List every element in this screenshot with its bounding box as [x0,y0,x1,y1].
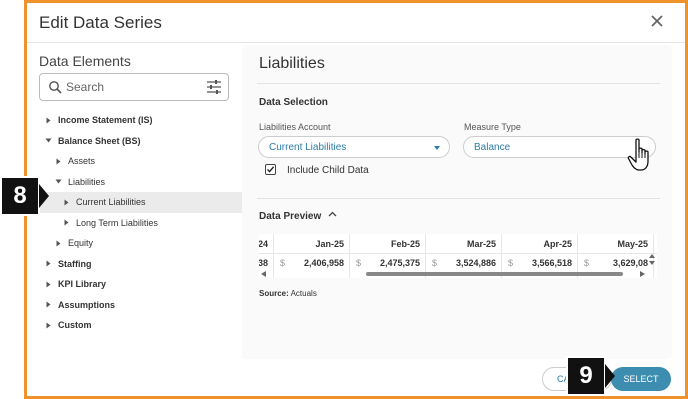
search-box [39,73,229,101]
caret-right-icon[interactable] [55,240,62,247]
tree-item[interactable]: Custom [37,315,242,336]
column-header: Apr-25 [543,239,572,249]
data-elements-tree: Income Statement (IS) Balance Sheet (BS) A… [37,110,242,336]
measure-type-label: Measure Type [464,122,521,132]
header-divider [259,253,657,254]
hand-pointer-icon [627,138,649,171]
caret-right-icon[interactable] [45,260,52,267]
caret-right-icon[interactable] [63,199,70,206]
measure-type-value: Balance [474,142,511,153]
callout-number: 8 [13,182,27,209]
divider [257,83,660,84]
caret-right-icon[interactable] [63,219,70,226]
callout-pointer-icon [39,184,49,208]
tree-item[interactable]: Assets [37,151,242,172]
filter-settings-icon[interactable] [206,80,222,94]
tree-item[interactable]: Equity [37,233,242,254]
tree-item-label: Balance Sheet (BS) [58,135,141,146]
source-value: Actuals [290,289,317,298]
scrollbar-thumb[interactable] [366,272,623,276]
chevron-up-icon[interactable] [328,211,337,217]
column-header: Mar-25 [466,239,496,249]
dropdown-arrow-icon [434,146,440,150]
source-text: Source: Actuals [259,289,317,298]
source-label: Source: [259,289,289,298]
tree-item[interactable]: Balance Sheet (BS) [37,131,242,152]
tree-item-label: Assets [68,156,96,167]
caret-down-icon[interactable] [55,178,62,185]
tree-item[interactable]: Liabilities [37,172,242,193]
caret-right-icon[interactable] [45,301,52,308]
currency-symbol: $ [280,258,286,268]
include-child-data-label: Include Child Data [287,165,369,176]
column-header: Jan-25 [315,239,344,249]
caret-down-icon[interactable] [45,137,52,144]
tree-item-label: KPI Library [58,279,107,290]
caret-right-icon[interactable] [45,281,52,288]
tree-item[interactable]: Income Statement (IS) [37,110,242,131]
scroll-down-icon[interactable] [649,261,655,265]
currency-symbol: $ [584,258,590,268]
tree-item-label: Current Liabilities [76,197,146,208]
tree-item-label: Assumptions [58,299,116,310]
tree-item-label: Staffing [58,258,92,269]
callout-number: 9 [579,362,593,389]
close-icon[interactable] [649,13,665,29]
cell-value: 38 [259,258,268,268]
liabilities-panel: Liabilities Data Selection Liabilities A… [242,45,672,359]
caret-right-icon[interactable] [55,158,62,165]
divider [257,198,660,199]
data-elements-panel: Data Elements Income Statement (IS) Balan… [37,49,242,330]
scroll-up-icon[interactable] [649,254,655,258]
tree-item-label: Long Term Liabilities [76,217,158,228]
callout-badge-9: 9 [566,356,606,396]
checkmark-icon [267,166,275,173]
column-header: 24 [259,239,268,249]
tree-item-label: Income Statement (IS) [58,115,153,126]
panel-title: Liabilities [259,55,325,72]
horizontal-scrollbar[interactable] [259,270,657,278]
currency-symbol: $ [356,258,362,268]
tree-item[interactable]: Current Liabilities [37,192,242,213]
data-preview-table: 24 38 Jan-25 $2,406,958 Feb-25 $2,475,375 Mar-… [259,234,657,278]
select-button[interactable]: SELECT [611,367,671,391]
tree-item-label: Equity [68,238,94,249]
tree-item[interactable]: Staffing [37,254,242,275]
cell-value: 3,566,518 [531,258,572,268]
title-divider [27,42,685,43]
caret-right-icon[interactable] [45,117,52,124]
tree-item[interactable]: Assumptions [37,295,242,316]
tree-item-label: Custom [58,320,92,331]
search-icon [49,81,62,94]
data-selection-heading: Data Selection [259,97,328,108]
column-header: May-25 [617,239,648,249]
liabilities-account-select[interactable]: Current Liabilities [258,136,450,158]
tree-item[interactable]: Long Term Liabilities [37,213,242,234]
currency-symbol: $ [432,258,438,268]
currency-symbol: $ [508,258,514,268]
cell-value: 3,629,08 [612,258,648,268]
data-preview-heading[interactable]: Data Preview [259,211,321,222]
cell-value: 2,475,375 [379,258,420,268]
caret-right-icon[interactable] [45,322,52,329]
cell-value: 3,524,886 [455,258,496,268]
tree-item[interactable]: KPI Library [37,274,242,295]
edit-data-series-dialog: Edit Data Series Data Elements Income St… [24,0,688,399]
scroll-right-icon[interactable] [640,271,645,277]
callout-badge-8: 8 [0,176,40,216]
column-header: Feb-25 [390,239,420,249]
data-elements-heading: Data Elements [39,53,131,69]
dialog-title: Edit Data Series [39,13,162,32]
liabilities-account-label: Liabilities Account [259,122,331,132]
include-child-data-checkbox[interactable] [265,164,276,175]
cell-value: 2,406,958 [303,258,344,268]
tree-item-label: Liabilities [68,176,106,187]
callout-pointer-icon [605,364,615,388]
liabilities-account-value: Current Liabilities [269,142,347,153]
scroll-left-icon[interactable] [261,271,266,277]
search-input[interactable] [66,78,196,96]
